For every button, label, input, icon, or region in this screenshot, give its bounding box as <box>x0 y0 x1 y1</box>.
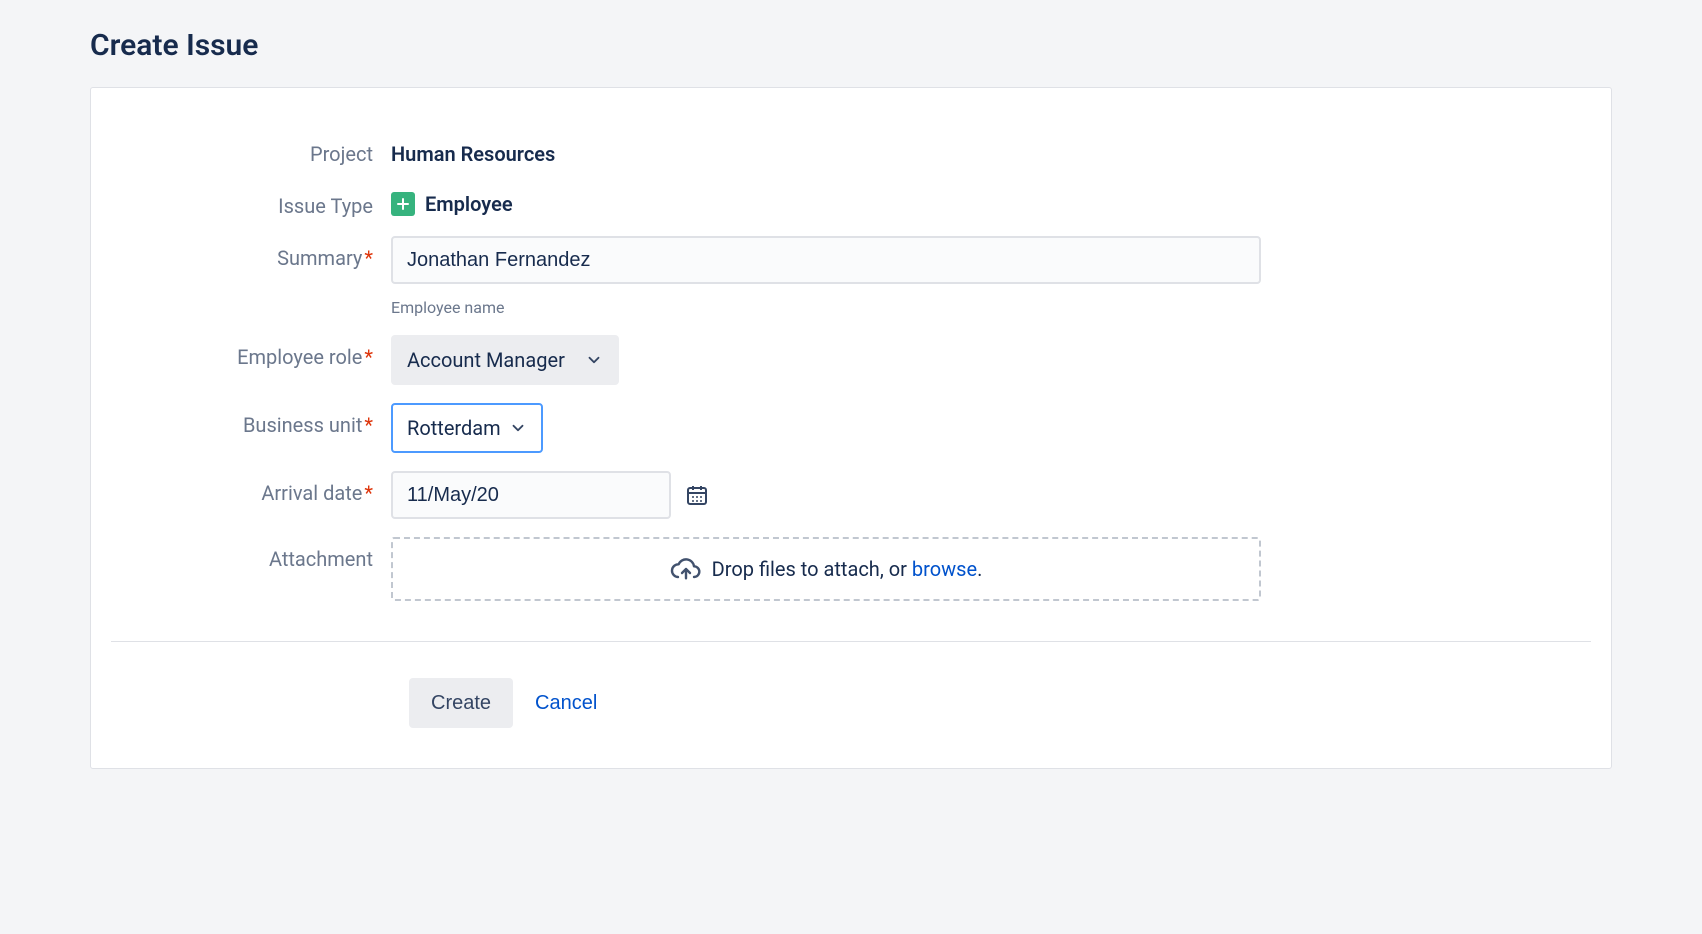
employee-role-select[interactable]: Account Manager <box>391 335 619 385</box>
create-issue-panel: Project Human Resources Issue Type Emplo… <box>90 87 1612 769</box>
create-button[interactable]: Create <box>409 678 513 728</box>
employee-role-value: Account Manager <box>407 348 565 372</box>
page-title: Create Issue <box>0 0 1702 87</box>
label-project: Project <box>131 132 391 166</box>
value-project: Human Resources <box>391 132 1571 166</box>
chevron-down-icon <box>585 351 603 369</box>
required-marker: * <box>364 413 373 437</box>
divider <box>111 641 1591 642</box>
summary-helper: Employee name <box>391 298 1571 317</box>
label-arrival-date-text: Arrival date <box>261 481 362 505</box>
row-attachment: Attachment Drop files to attach, or brow… <box>131 537 1571 601</box>
row-employee-role: Employee role* Account Manager <box>131 335 1571 385</box>
cloud-upload-icon <box>670 553 702 585</box>
row-arrival-date: Arrival date* <box>131 471 1571 519</box>
dropzone-dot: . <box>977 557 982 581</box>
label-employee-role-text: Employee role <box>237 345 362 369</box>
browse-link[interactable]: browse <box>912 557 977 581</box>
summary-input[interactable] <box>391 236 1261 284</box>
calendar-icon[interactable] <box>685 483 709 507</box>
label-business-unit-text: Business unit <box>243 413 362 437</box>
label-employee-role: Employee role* <box>131 335 391 369</box>
row-business-unit: Business unit* Rotterdam <box>131 403 1571 453</box>
chevron-down-icon <box>509 419 527 437</box>
business-unit-value: Rotterdam <box>407 416 501 440</box>
label-business-unit: Business unit* <box>131 403 391 437</box>
row-summary: Summary* Employee name <box>131 236 1571 317</box>
dropzone-text: Drop files to attach, or <box>712 557 912 581</box>
required-marker: * <box>364 481 373 505</box>
label-summary-text: Summary <box>277 246 362 270</box>
value-issue-type: Employee <box>425 192 513 216</box>
arrival-date-input[interactable] <box>391 471 671 519</box>
required-marker: * <box>364 246 373 270</box>
label-summary: Summary* <box>131 236 391 270</box>
row-project: Project Human Resources <box>131 132 1571 166</box>
plus-square-icon <box>391 192 415 216</box>
attachment-dropzone[interactable]: Drop files to attach, or browse. <box>391 537 1261 601</box>
required-marker: * <box>364 345 373 369</box>
actions-row: Create Cancel <box>131 678 1571 728</box>
label-attachment: Attachment <box>131 537 391 571</box>
cancel-button[interactable]: Cancel <box>535 692 597 715</box>
business-unit-select[interactable]: Rotterdam <box>391 403 543 453</box>
label-issue-type: Issue Type <box>131 184 391 218</box>
label-arrival-date: Arrival date* <box>131 471 391 505</box>
row-issue-type: Issue Type Employee <box>131 184 1571 218</box>
